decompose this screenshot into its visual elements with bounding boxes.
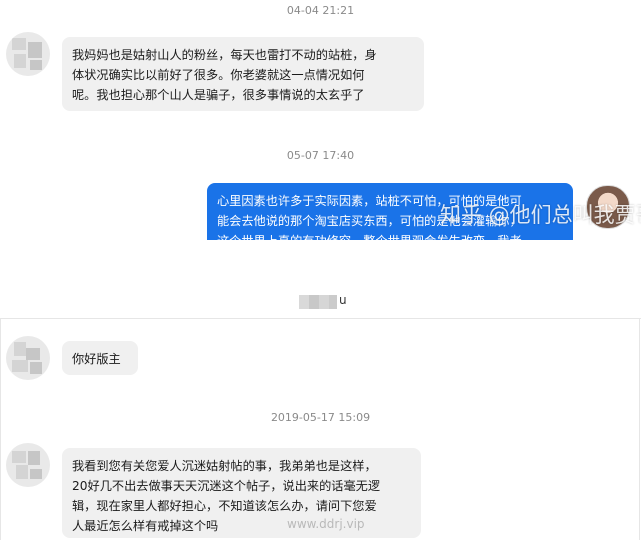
message-line: 体状况确实比以前好了很多。你老婆就这一点情况如何	[72, 68, 365, 82]
incoming-message-bubble[interactable]: 我妈妈也是姑射山人的粉丝，每天也雷打不动的站桩，身 体状况确实比以前好了很多。你…	[62, 37, 424, 111]
message-line: 这个世界上真的有功修穷，整个世界观会发生改变，我老	[217, 231, 563, 240]
contact-avatar-pixelated[interactable]	[6, 443, 50, 487]
message-line: 我妈妈也是姑射山人的粉丝，每天也雷打不动的站桩，身	[72, 48, 377, 62]
contact-name: u	[339, 293, 347, 307]
contact-name-blurred: u	[299, 293, 347, 309]
incoming-message-bubble[interactable]: 你好版主	[62, 341, 138, 375]
header-divider	[0, 318, 641, 319]
message-text: 你好版主	[72, 352, 121, 366]
timestamp-bottom: 2019-05-17 15:09	[270, 411, 371, 424]
incoming-message-bubble[interactable]: 我看到您有关您爱人沉迷姑射帖的事，我弟弟也是这样， 20好几不出去做事天天沉迷这…	[62, 448, 421, 538]
message-line: 辑，现在家里人都好担心，不知道该怎么办，请问下您爱	[72, 499, 377, 513]
timestamp-top-2: 05-07 17:40	[286, 149, 355, 162]
zhihu-watermark: 知乎 @他们总叫我贾哥	[440, 203, 641, 227]
avatar-pixelated[interactable]	[6, 32, 50, 76]
site-watermark: www.ddrj.vip	[287, 517, 365, 531]
timestamp-top-1: 04-04 21:21	[286, 4, 355, 17]
panel-border-left	[0, 318, 1, 540]
message-line: 呢。我也担心那个山人是骗子，很多事情说的太玄乎了	[72, 88, 365, 102]
contact-avatar-pixelated[interactable]	[6, 336, 50, 380]
message-line: 20好几不出去做事天天沉迷这个帖子，说出来的话毫无逻	[72, 479, 381, 493]
panel-border-right	[639, 318, 640, 540]
message-line: 我看到您有关您爱人沉迷姑射帖的事，我弟弟也是这样，	[72, 459, 377, 473]
